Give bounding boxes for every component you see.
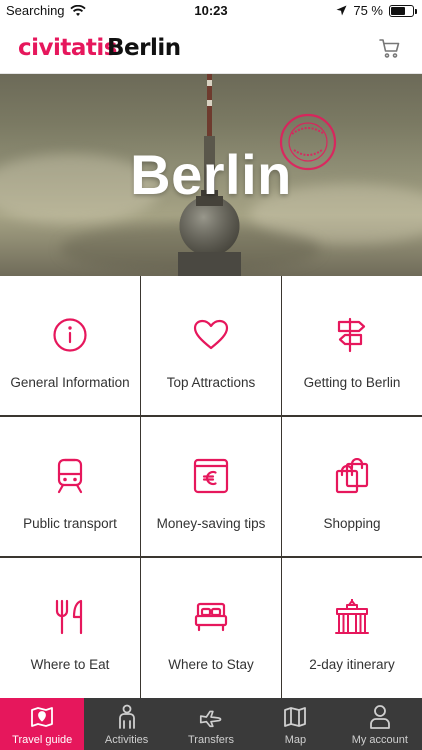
- tile-where-to-eat[interactable]: Where to Eat: [0, 558, 140, 698]
- map-book-icon: [29, 704, 55, 730]
- tab-activities[interactable]: Activities: [84, 698, 168, 750]
- tile-2-day-itinerary[interactable]: 2-day itinerary: [282, 558, 422, 698]
- tile-label: Shopping: [323, 516, 381, 531]
- status-right: 75 %: [336, 3, 417, 18]
- tile-money-saving-tips[interactable]: Money-saving tips: [141, 417, 281, 556]
- battery-level: [391, 6, 406, 15]
- tile-label: 2-day itinerary: [309, 657, 395, 672]
- tile-label: Getting to Berlin: [303, 375, 401, 390]
- tab-my-account[interactable]: My account: [338, 698, 422, 750]
- official-guide-stamp: [278, 112, 338, 172]
- fork-knife-icon: [50, 597, 90, 637]
- tab-label: Activities: [104, 734, 149, 746]
- tab-map[interactable]: Map: [253, 698, 337, 750]
- bottom-tab-bar: Travel guide Activities Transfers Map My…: [0, 698, 422, 750]
- tile-label: Public transport: [23, 516, 117, 531]
- tile-label: Top Attractions: [166, 375, 256, 390]
- tile-top-attractions[interactable]: Top Attractions: [141, 276, 281, 415]
- user-icon: [367, 704, 393, 730]
- bed-icon: [191, 597, 231, 637]
- cart-icon[interactable]: [378, 36, 402, 60]
- tab-label: Travel guide: [12, 734, 73, 746]
- info-icon: [50, 315, 90, 355]
- location-arrow-icon: [336, 5, 347, 16]
- hero-title: Berlin: [130, 143, 292, 206]
- tile-label: Money-saving tips: [156, 516, 266, 531]
- tab-transfers[interactable]: Transfers: [169, 698, 253, 750]
- tile-public-transport[interactable]: Public transport: [0, 417, 140, 556]
- tile-label: General Information: [10, 375, 130, 390]
- tile-general-information[interactable]: General Information: [0, 276, 140, 415]
- tile-shopping[interactable]: Shopping: [282, 417, 422, 556]
- shopping-bags-icon: [332, 456, 372, 496]
- heart-icon: [191, 315, 231, 355]
- battery-percent: 75 %: [353, 3, 383, 18]
- signpost-icon: [332, 315, 372, 355]
- status-bar: Searching 10:23 75 %: [0, 0, 422, 22]
- tile-getting-to-berlin[interactable]: Getting to Berlin: [282, 276, 422, 415]
- tile-where-to-stay[interactable]: Where to Stay: [141, 558, 281, 698]
- tab-label: My account: [351, 734, 408, 746]
- app-header: civitatis Berlin: [0, 22, 422, 74]
- guide-menu-grid: General Information Top Attractions Gett…: [0, 276, 422, 698]
- euro-wallet-icon: [191, 456, 231, 496]
- train-icon: [50, 456, 90, 496]
- brandenburg-gate-icon: [332, 597, 372, 637]
- tab-travel-guide[interactable]: Travel guide: [0, 698, 85, 750]
- city-title: Berlin: [107, 35, 181, 61]
- brand-logo[interactable]: civitatis: [18, 35, 117, 61]
- hero-banner: Berlin: [0, 74, 422, 276]
- tile-label: Where to Eat: [30, 657, 110, 672]
- person-icon: [114, 704, 140, 730]
- map-icon: [282, 704, 308, 730]
- plane-icon: [198, 704, 224, 730]
- tab-label: Transfers: [187, 734, 235, 746]
- tab-label: Map: [284, 734, 307, 746]
- tile-label: Where to Stay: [168, 657, 254, 672]
- battery-icon: [389, 4, 417, 17]
